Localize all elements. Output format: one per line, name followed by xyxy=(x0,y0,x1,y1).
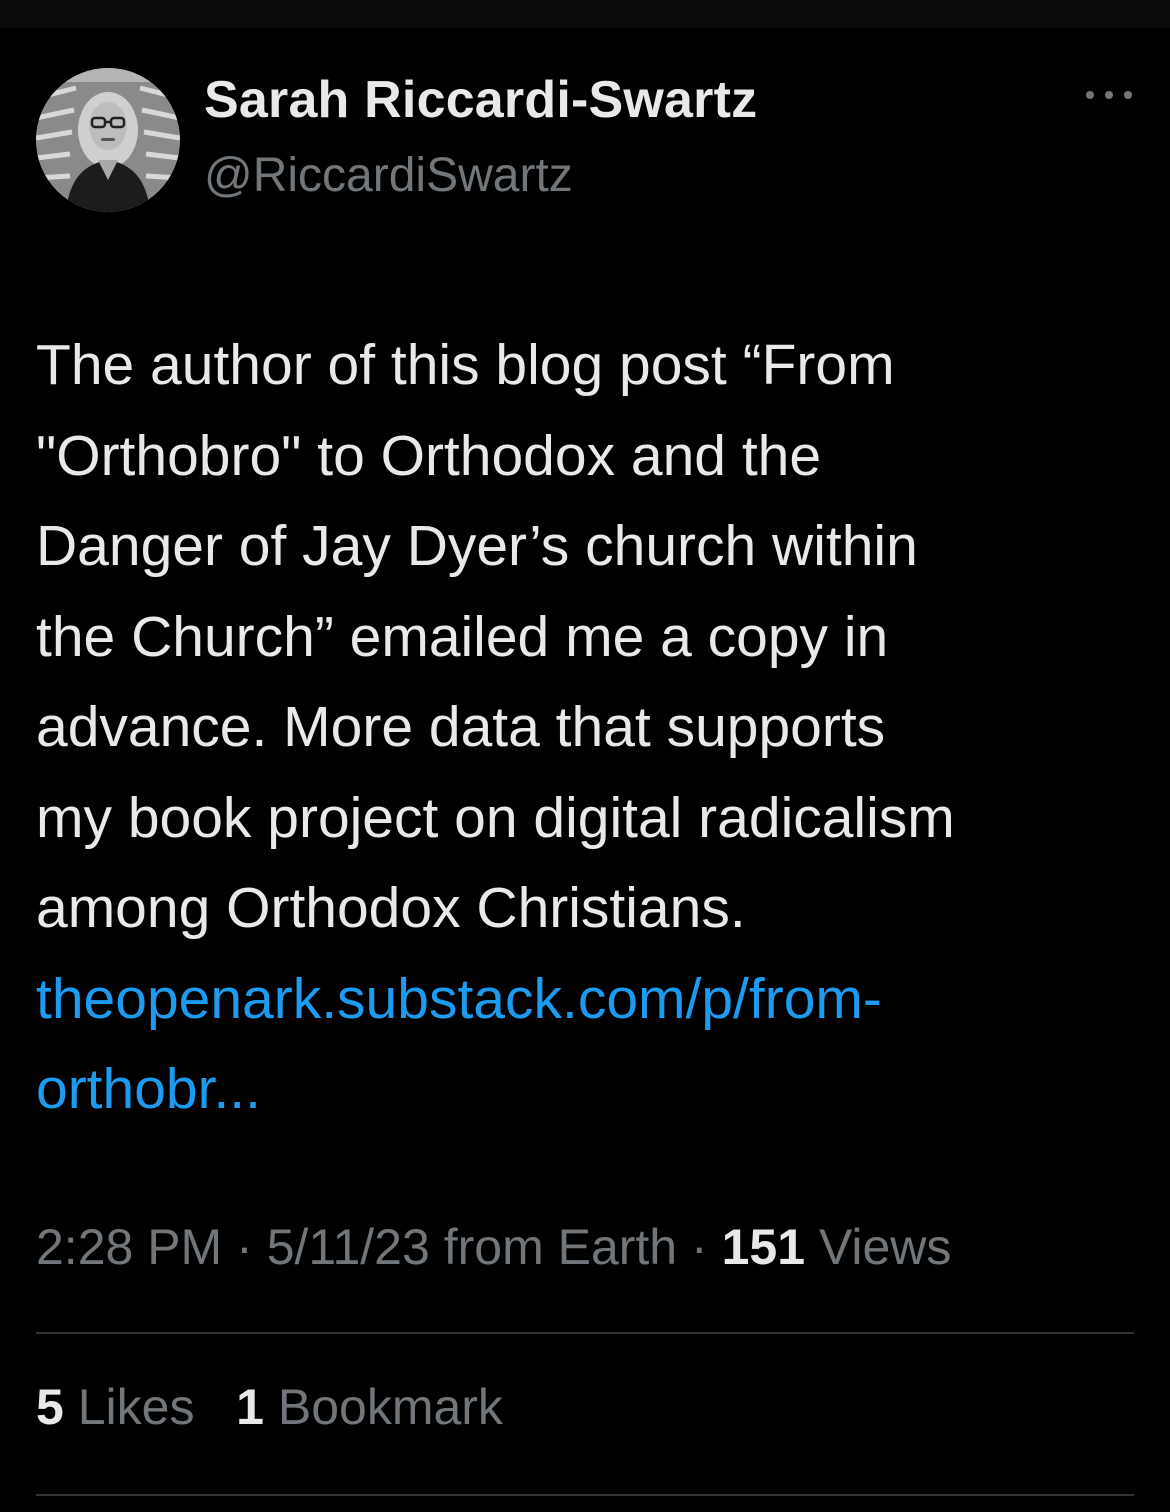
divider xyxy=(36,1494,1134,1496)
likes-count: 5 xyxy=(36,1379,64,1435)
more-dot xyxy=(1105,91,1113,99)
tweet-text-line: "Orthobro" to Orthodox and the xyxy=(36,423,822,488)
views-count: 151 xyxy=(721,1219,806,1275)
tweet-time[interactable]: 2:28 PM xyxy=(36,1219,222,1275)
tweet-meta: 2:28 PM · 5/11/23 from Earth · 151 Views xyxy=(36,1218,951,1276)
tweet-link-line: orthobr... xyxy=(36,1057,261,1121)
bookmarks-label: Bookmark xyxy=(277,1379,503,1435)
meta-separator: · xyxy=(236,1219,253,1275)
more-dot xyxy=(1086,91,1094,99)
bookmarks-stat[interactable]: 1 Bookmark xyxy=(236,1379,503,1435)
views-label: Views xyxy=(818,1219,952,1275)
tweet-text-line: among Orthodox Christians. xyxy=(36,876,746,940)
tweet-text-line: Danger of Jay Dyer’s church within xyxy=(36,514,918,578)
tweet-detail: Sarah Riccardi-Swartz @RiccardiSwartz Th… xyxy=(0,28,1170,1512)
status-bar-strip xyxy=(0,0,1170,28)
bookmarks-count: 1 xyxy=(236,1379,264,1435)
tweet-text-line: advance. More data that supports xyxy=(36,695,886,759)
more-options-icon[interactable] xyxy=(1086,88,1132,102)
author-handle[interactable]: @RiccardiSwartz xyxy=(204,148,573,203)
tweet-text-line: the Church” emailed me a copy in xyxy=(36,604,889,669)
tweet-stats: 5 Likes 1 Bookmark xyxy=(36,1378,503,1436)
meta-separator: · xyxy=(691,1219,708,1275)
more-dot xyxy=(1124,91,1132,99)
tweet-link[interactable]: theopenark.substack.com/p/from- orthobr.… xyxy=(36,954,1136,1135)
avatar[interactable] xyxy=(36,68,180,212)
likes-stat[interactable]: 5 Likes xyxy=(36,1379,194,1435)
divider xyxy=(36,1332,1134,1334)
tweet-text-line: my book project on digital radicalism xyxy=(36,785,955,850)
author-display-name[interactable]: Sarah Riccardi-Swartz xyxy=(204,70,757,130)
tweet-date[interactable]: 5/11/23 xyxy=(267,1219,430,1275)
likes-label: Likes xyxy=(77,1379,195,1435)
tweet-source: from Earth xyxy=(443,1219,678,1275)
tweet-link-line: theopenark.substack.com/p/from- xyxy=(36,966,882,1031)
tweet-text: The author of this blog post “From "Orth… xyxy=(36,320,1136,1135)
tweet-text-line: The author of this blog post “From xyxy=(36,333,895,397)
